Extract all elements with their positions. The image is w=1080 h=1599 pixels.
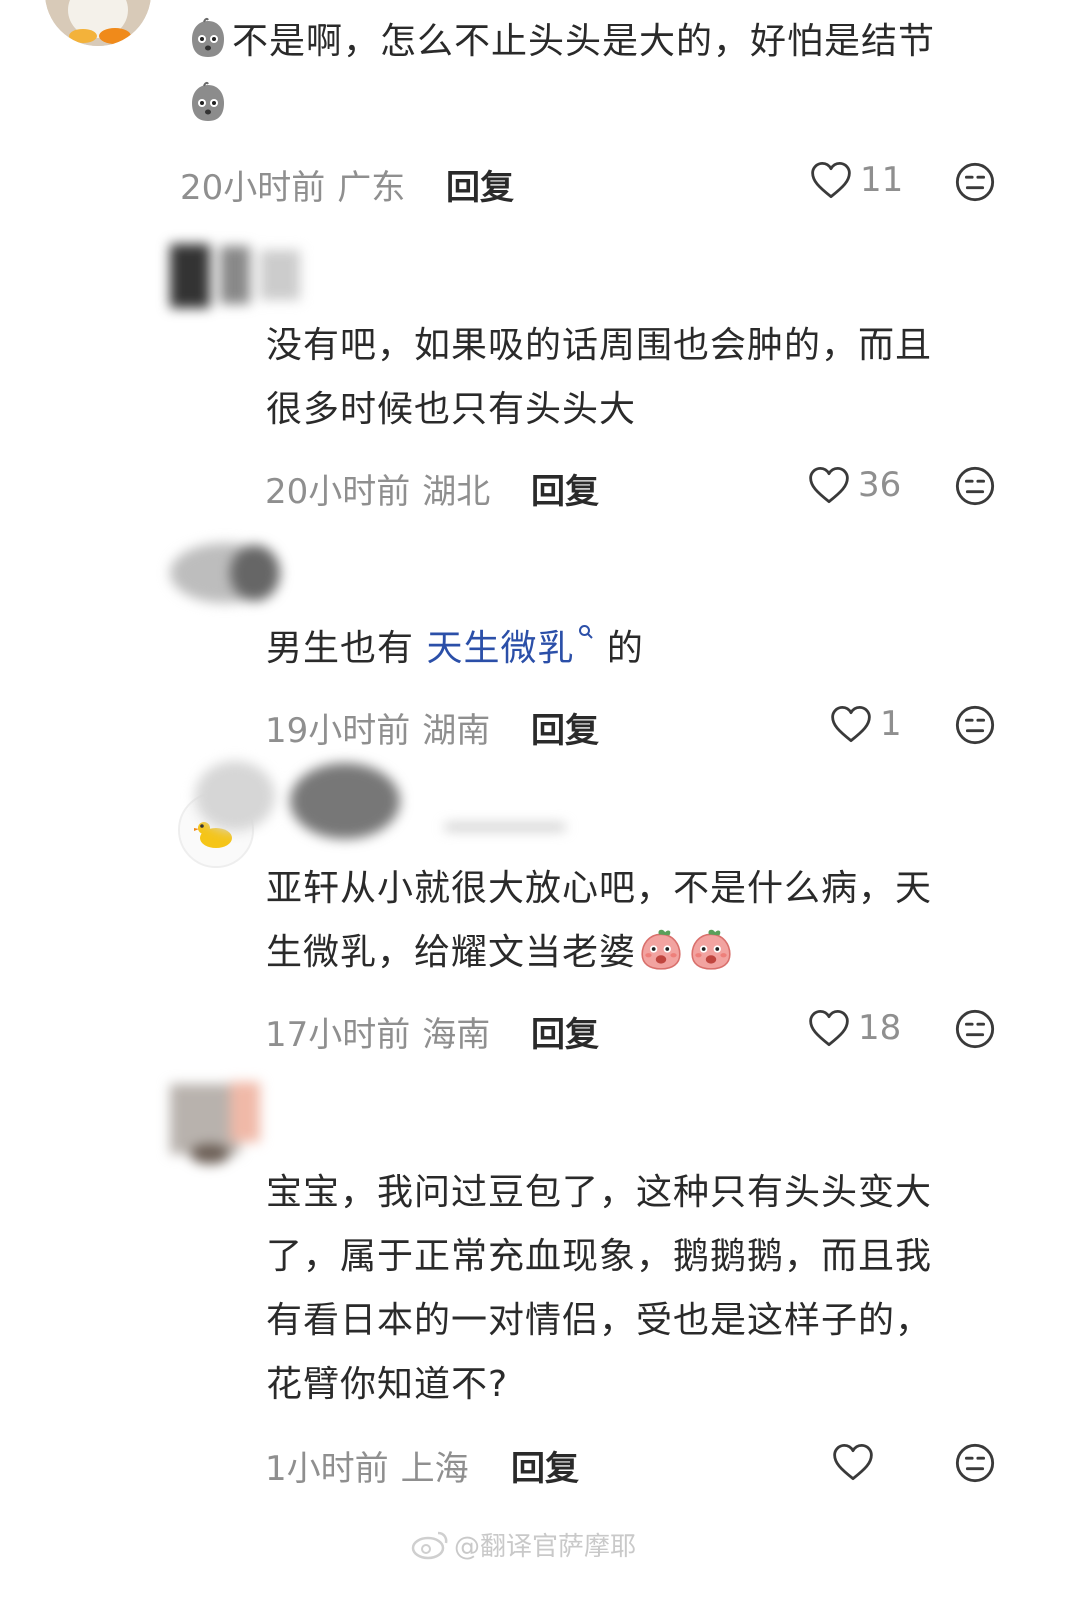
avatar[interactable] [160, 528, 290, 618]
like-button[interactable]: 1 [830, 704, 902, 744]
comment-location: 海南 [422, 1015, 491, 1055]
comment-meta: 19小时前 湖南 [265, 703, 490, 752]
watermark-text: @翻译官萨摩耶 [454, 1532, 637, 1562]
like-button[interactable]: 18 [808, 1008, 901, 1048]
like-count: 18 [858, 1008, 902, 1048]
reply-button[interactable]: 回复 [511, 1441, 579, 1490]
ghost-emoji-icon [186, 17, 230, 61]
like-count: 11 [860, 160, 904, 200]
weibo-logo-icon [411, 1531, 448, 1559]
comment-location: 广东 [337, 168, 406, 208]
reply-button[interactable]: 回复 [446, 160, 514, 209]
comment-text: 男生也有 天生微乳 的 [266, 617, 644, 681]
comment-location: 上海 [400, 1449, 469, 1489]
neutral-face-icon[interactable] [954, 1442, 996, 1484]
comment-time: 17小时前 [265, 1015, 411, 1055]
reply-button[interactable]: 回复 [531, 464, 599, 513]
comment-text: 没有吧，如果吸的话周围也会肿的，而且 很多时候也只有头头大 [266, 325, 933, 430]
search-icon [579, 625, 594, 639]
neutral-face-icon[interactable] [954, 1008, 996, 1050]
neutral-face-icon[interactable] [954, 704, 996, 746]
heart-outline-icon [808, 465, 850, 505]
comment-time: 20小时前 [265, 472, 411, 512]
comment-location: 湖北 [422, 472, 491, 512]
comment-meta: 17小时前 海南 [265, 1007, 490, 1056]
watermark: @翻译官萨摩耶 [410, 1526, 636, 1563]
peach-emoji-icon [688, 926, 734, 972]
like-button[interactable]: 11 [810, 160, 903, 200]
comment-text: 宝宝，我问过豆包了，这种只有头头变大 了，属于正常充血现象，鹅鹅鹅，而且我 有看日本… [266, 1172, 933, 1405]
comment-text: 亚轩从小就很大放心吧，不是什么病，天 生微乳，给耀文当老婆 [266, 868, 933, 973]
like-button[interactable] [832, 1442, 882, 1482]
like-count: 1 [880, 704, 902, 744]
like-count: 36 [858, 465, 902, 505]
username-blurred [195, 756, 575, 846]
comment-text: 不是啊，怎么不止头头是大的，好怕是结节 [184, 10, 935, 138]
ghost-emoji-icon [186, 81, 230, 125]
avatar[interactable] [150, 240, 330, 312]
comment-location: 湖南 [422, 711, 491, 751]
comment-time: 19小时前 [265, 711, 411, 751]
heart-outline-icon [832, 1442, 874, 1482]
avatar[interactable] [45, 0, 151, 46]
heart-outline-icon [808, 1008, 850, 1048]
comment-meta: 1小时前 上海 [265, 1441, 469, 1490]
neutral-face-icon[interactable] [954, 465, 996, 507]
peach-emoji-icon [638, 926, 684, 972]
comment-time: 20小时前 [180, 168, 326, 208]
search-link[interactable]: 天生微乳 [426, 625, 594, 669]
heart-outline-icon [810, 160, 852, 200]
like-button[interactable]: 36 [808, 465, 901, 505]
comment-meta: 20小时前 湖北 [265, 464, 490, 513]
reply-button[interactable]: 回复 [531, 703, 599, 752]
neutral-face-icon[interactable] [954, 161, 996, 203]
comment-meta: 20小时前 广东 [180, 160, 405, 209]
heart-outline-icon [830, 704, 872, 744]
comment-time: 1小时前 [265, 1449, 389, 1489]
avatar[interactable] [160, 1076, 300, 1168]
reply-button[interactable]: 回复 [531, 1007, 599, 1056]
